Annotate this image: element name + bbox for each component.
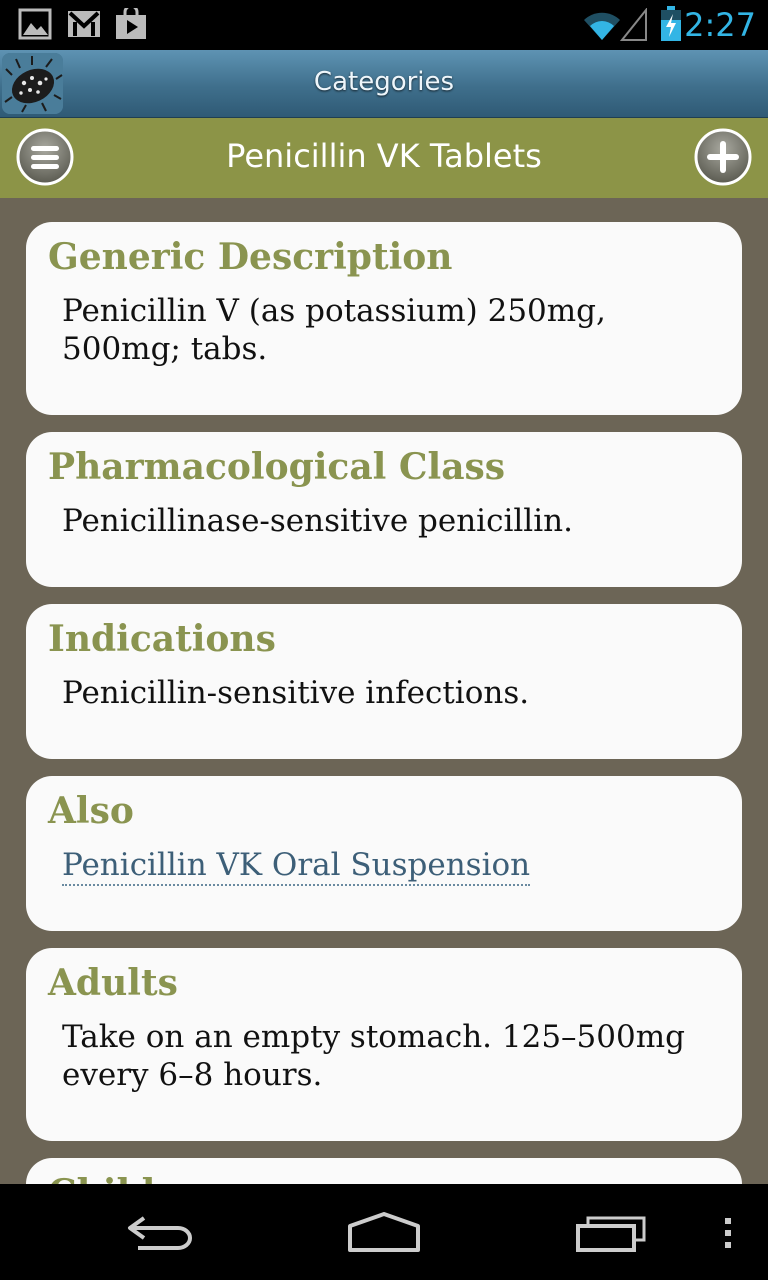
recent-apps-icon [576,1216,646,1252]
section-children: Children [26,1158,742,1184]
page-title: Categories [313,67,455,97]
section-heading: Pharmacological Class [48,446,506,488]
drug-name-title: Penicillin VK Tablets [226,137,542,175]
battery-charging-icon [660,6,682,46]
section-generic-description: Generic Description Penicillin V (as pot… [26,222,742,415]
section-heading: Generic Description [48,236,453,278]
related-drug-link[interactable]: Penicillin VK Oral Suspension [62,846,531,886]
title-bar: Categories [0,50,768,118]
back-button[interactable] [124,1204,196,1264]
gmail-icon [66,8,102,44]
wifi-icon [583,8,621,46]
section-heading: Adults [48,962,178,1004]
detail-content[interactable]: Generic Description Penicillin V (as pot… [0,198,768,1184]
status-bar: 2:27 [0,0,768,50]
section-adults: Adults Take on an empty stomach. 125–500… [26,948,742,1141]
section-heading: Children [48,1172,223,1184]
drug-header: Penicillin VK Tablets [0,118,768,198]
add-icon [694,128,752,186]
home-button[interactable] [346,1204,422,1264]
section-indications: Indications Penicillin-sensitive infecti… [26,604,742,759]
section-also: Also Penicillin VK Oral Suspension [26,776,742,931]
back-icon [128,1216,192,1250]
section-body: Penicillin-sensitive infections. [62,675,530,711]
section-pharmacological-class: Pharmacological Class Penicillinase-sens… [26,432,742,587]
section-body: Take on an empty stomach. 125–500mg ever… [62,1019,685,1093]
system-nav-bar [0,1184,768,1280]
overflow-menu-icon [725,1218,731,1248]
section-heading: Indications [48,618,276,660]
status-clock: 2:27 [684,6,756,44]
overflow-menu-button[interactable] [718,1204,738,1264]
add-button[interactable] [694,128,752,186]
section-body: Penicillinase-sensitive penicillin. [62,503,573,539]
section-heading: Also [48,790,134,832]
recent-apps-button[interactable] [574,1204,650,1264]
section-body: Penicillin V (as potassium) 250mg, 500mg… [62,293,606,367]
play-store-icon [114,4,148,44]
home-icon [348,1212,420,1252]
picture-icon [18,8,52,44]
signal-icon [619,7,648,46]
